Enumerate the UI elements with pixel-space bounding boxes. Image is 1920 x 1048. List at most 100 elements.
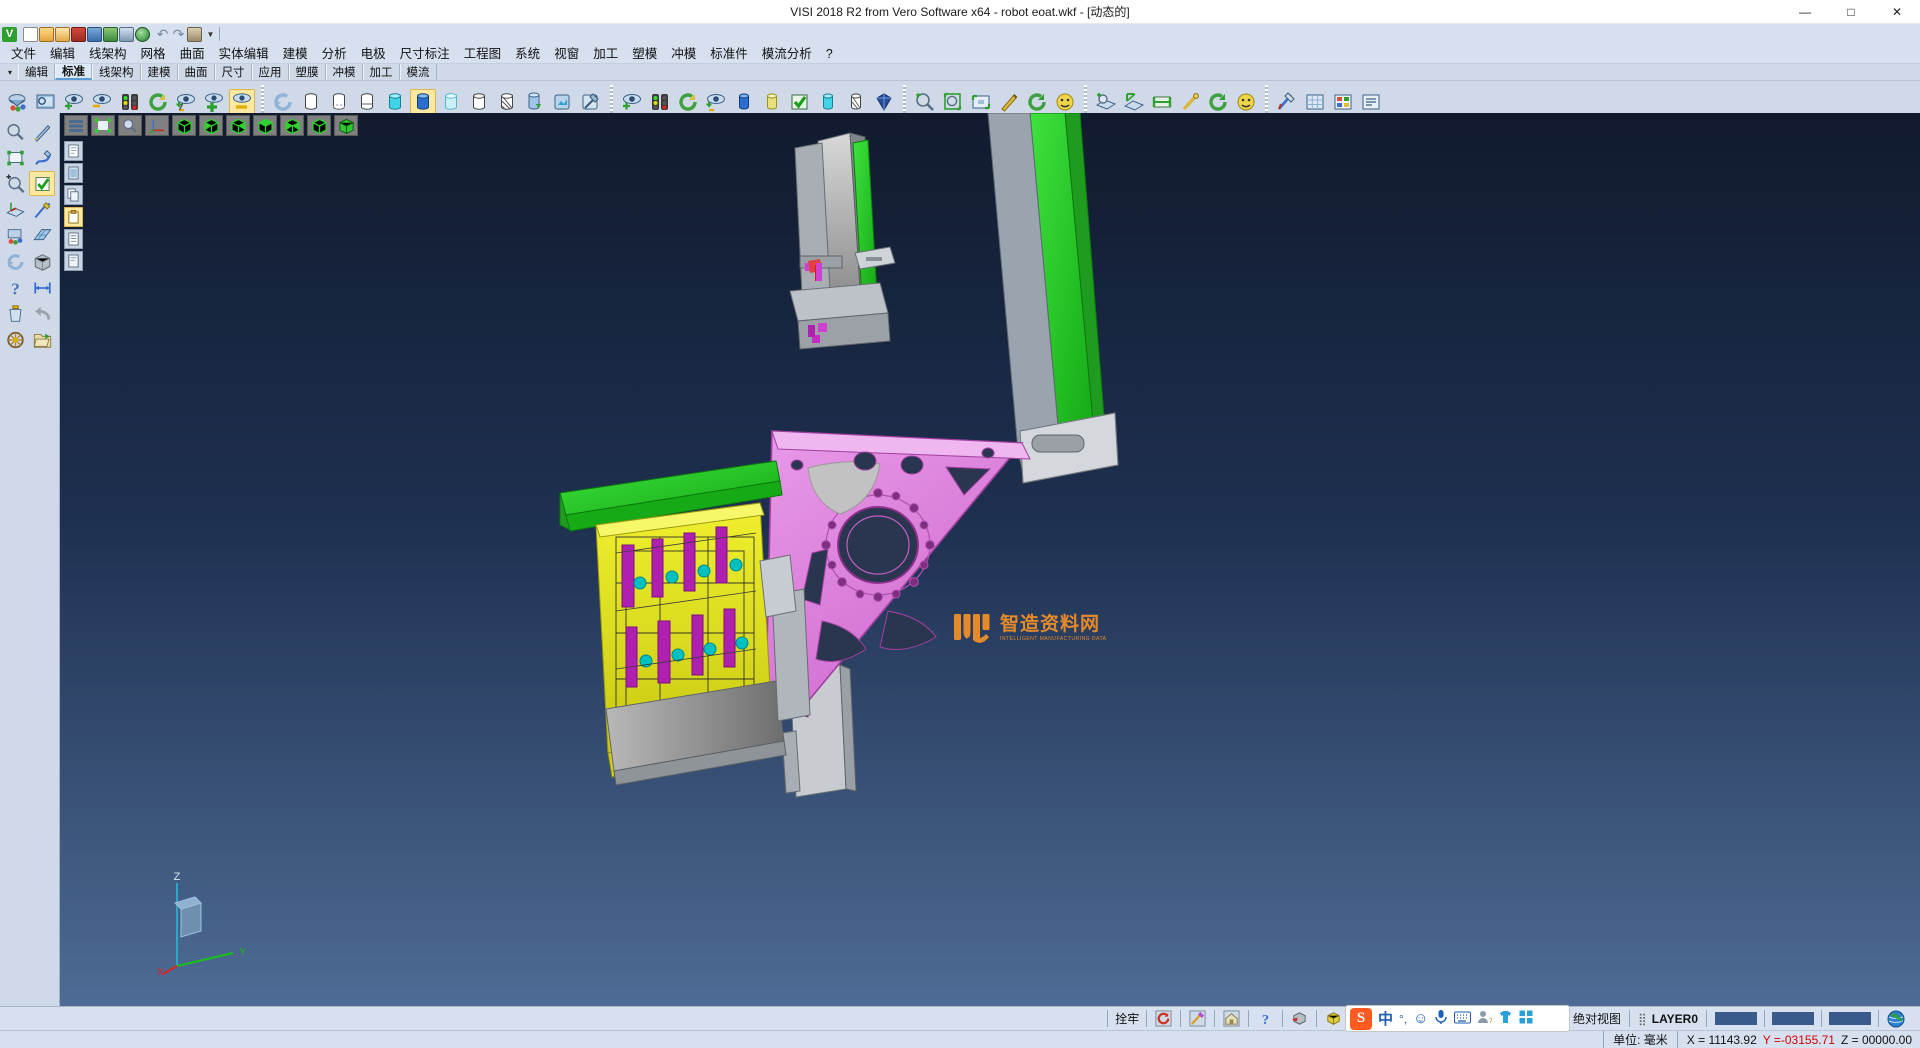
advanced-traffic-icon[interactable] [647,89,673,115]
workplane-tool-icon[interactable] [2,197,28,222]
tab-dropdown-icon[interactable]: ▾ [2,64,18,80]
menu-item-electrode[interactable]: 电极 [354,44,393,64]
save-all-icon[interactable] [103,27,118,42]
workplane-origin-icon[interactable] [1149,89,1175,115]
snap-house-icon[interactable] [1222,1009,1241,1028]
tab-surface[interactable]: 曲面 [178,64,215,80]
measure-icon[interactable] [996,89,1022,115]
menu-item-mouldflow[interactable]: 模流分析 [755,44,819,64]
palette-copy-icon[interactable] [64,185,83,205]
menu-item-drawing[interactable]: 工程图 [457,44,509,64]
gem-icon[interactable] [871,89,897,115]
show-entities-icon[interactable] [61,89,87,115]
save-icon[interactable] [71,27,86,42]
solid-view-tool-icon[interactable] [29,249,55,274]
menu-item-edit[interactable]: 编辑 [43,44,82,64]
view-list-icon[interactable] [64,115,88,136]
layer-manager-icon[interactable] [33,89,59,115]
system-config-icon[interactable] [1274,89,1300,115]
undo-tool-icon[interactable] [29,301,55,326]
hatch-solid-icon[interactable] [843,89,869,115]
print-preview-icon[interactable] [135,27,150,42]
undo-icon[interactable]: ↶ [155,27,170,42]
transparency-icon[interactable] [494,89,520,115]
tab-mouldflow[interactable]: 模流 [400,64,437,80]
menu-item-window[interactable]: 视窗 [547,44,586,64]
advanced-toggle-icon[interactable] [703,89,729,115]
shaded-outline-icon[interactable] [466,89,492,115]
maximize-button[interactable]: □ [1828,0,1874,24]
menu-item-wireframe[interactable]: 线架构 [82,44,134,64]
globe-icon[interactable] [1886,1009,1905,1028]
fit-screen-tool-icon[interactable] [2,145,28,170]
attributes-tool-icon[interactable] [2,223,28,248]
view-left-icon[interactable] [280,115,304,136]
customize-dropdown-icon[interactable]: ▼ [203,27,218,42]
tab-machining[interactable]: 加工 [363,64,400,80]
absolute-view-section[interactable]: 绝对视图 [1568,1010,1626,1027]
menu-item-machining[interactable]: 加工 [586,44,625,64]
snap-solid-icon[interactable] [1290,1009,1309,1028]
palette-doc-icon[interactable] [64,251,83,271]
color-chip-1[interactable] [1715,1012,1757,1025]
tab-progress[interactable]: 冲模 [326,64,363,80]
palette-fill-icon[interactable] [64,163,83,183]
hide-selected-icon[interactable] [229,89,255,115]
tab-wireframe[interactable]: 线架构 [92,64,141,80]
clear-graphics-icon[interactable] [578,89,604,115]
menu-item-dimension[interactable]: 尺寸标注 [393,44,457,64]
advanced-visibility-icon[interactable] [619,89,645,115]
workplane-list-icon[interactable] [1205,89,1231,115]
menu-item-standard-parts[interactable]: 标准件 [703,44,755,64]
workplane-rotate-icon[interactable] [1177,89,1203,115]
layer-section[interactable]: ⣿ LAYER0 [1633,1012,1703,1026]
tab-apps[interactable]: 应用 [252,64,289,80]
utility-tool-icon[interactable] [2,327,28,352]
view-shaded-icon[interactable] [334,115,358,136]
light-bulb-icon[interactable] [1233,89,1259,115]
rotate-view-icon[interactable] [1024,89,1050,115]
element-attributes-icon[interactable] [5,89,31,115]
menu-item-mesh[interactable]: 网格 [134,44,173,64]
system-color-icon[interactable] [1330,89,1356,115]
snap-magic-icon[interactable] [1188,1009,1207,1028]
menu-item-moulding[interactable]: 塑模 [625,44,664,64]
edit-curve-tool-icon[interactable] [29,145,55,170]
view-right-icon[interactable] [253,115,277,136]
zoom-in-tool-icon[interactable] [2,171,28,196]
advanced-refresh-icon[interactable] [675,89,701,115]
hidden-line-icon[interactable] [354,89,380,115]
minimize-button[interactable]: — [1782,0,1828,24]
modify-entity-tool-icon[interactable] [29,197,55,222]
snap-help-icon[interactable]: ? [1256,1009,1275,1028]
palette-page-icon[interactable] [64,141,83,161]
traffic-filter-icon[interactable] [117,89,143,115]
menu-item-solid-edit[interactable]: 实体编辑 [212,44,276,64]
advanced-shade-blue-icon[interactable] [731,89,757,115]
tab-edit[interactable]: 编辑 [18,64,55,80]
3d-viewport[interactable]: 智造资料网 INTELLIGENT MANUFACTURING DATA Z Y… [60,113,1920,1018]
settings-icon[interactable] [187,27,202,42]
menu-item-help[interactable]: ? [819,44,840,64]
zoom-window-icon[interactable] [912,89,938,115]
menu-item-system[interactable]: 系统 [508,44,547,64]
tab-moulding[interactable]: 塑膜 [289,64,326,80]
tab-dimension[interactable]: 尺寸 [215,64,252,80]
ime-emoji-icon[interactable]: ☺ [1413,1010,1428,1027]
wireframe-hidden-icon[interactable] [326,89,352,115]
menu-item-surface[interactable]: 曲面 [173,44,212,64]
view-front-icon[interactable] [199,115,223,136]
system-macro-icon[interactable] [1358,89,1384,115]
close-button[interactable]: ✕ [1874,0,1920,24]
shaded-cyan-icon[interactable] [382,89,408,115]
tab-modeling[interactable]: 建模 [141,64,178,80]
ime-mic-icon[interactable] [1434,1009,1448,1028]
sogou-logo-icon[interactable]: S [1350,1008,1372,1030]
regenerate-tool-icon[interactable] [2,249,28,274]
open-file-icon[interactable] [39,27,54,42]
zoom-dynamic-icon[interactable] [940,89,966,115]
redo-icon[interactable]: ↷ [171,27,186,42]
workplane-create-icon[interactable] [1093,89,1119,115]
draw-line-tool-icon[interactable] [29,119,55,144]
tab-standard[interactable]: 标准 [55,64,92,80]
